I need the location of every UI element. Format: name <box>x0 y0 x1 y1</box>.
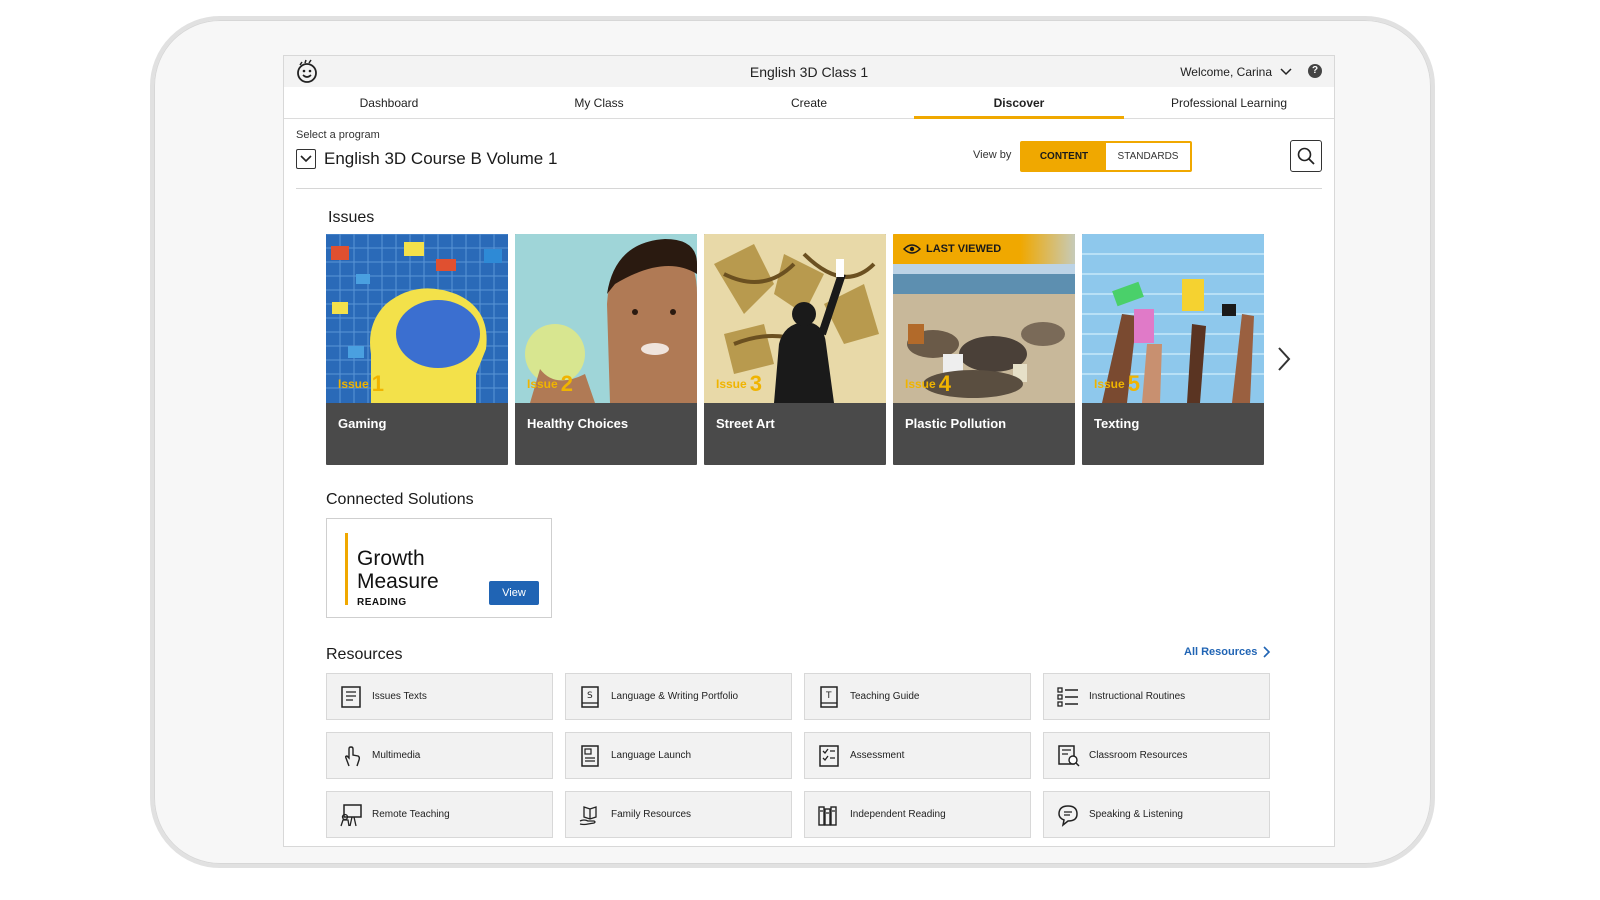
resource-label: Assessment <box>850 750 905 761</box>
issue-card-4[interactable]: LAST VIEWED Issue 4 Plastic Pollution <box>893 234 1075 465</box>
growth-measure-card: Growth Measure READING View <box>326 518 552 618</box>
program-name[interactable]: English 3D Course B Volume 1 <box>324 149 557 169</box>
issue-card-3[interactable]: Issue 3 Street Art <box>704 234 886 465</box>
presentation-icon <box>340 803 362 826</box>
issue-number: Issue 1 <box>338 371 384 396</box>
resource-language-launch[interactable]: Language Launch <box>565 732 792 779</box>
resource-speaking-listening[interactable]: Speaking & Listening <box>1043 791 1270 838</box>
hand-book-icon <box>579 805 597 825</box>
issue-number: Issue 4 <box>905 371 951 396</box>
nav-professional-learning[interactable]: Professional Learning <box>1124 87 1334 118</box>
touch-icon <box>344 745 361 766</box>
resource-label: Classroom Resources <box>1089 750 1188 761</box>
issue-title: Healthy Choices <box>527 416 629 431</box>
toggle-content[interactable]: CONTENT <box>1022 143 1106 170</box>
resource-classroom-resources[interactable]: Classroom Resources <box>1043 732 1270 779</box>
resource-language-writing-portfolio[interactable]: S Language & Writing Portfolio <box>565 673 792 720</box>
svg-text:S: S <box>587 691 593 701</box>
resource-remote-teaching[interactable]: Remote Teaching <box>326 791 553 838</box>
resource-label: Remote Teaching <box>372 809 450 820</box>
resources-grid: Issues Texts S Language & Writing Portfo… <box>326 673 1270 838</box>
resource-teaching-guide[interactable]: T Teaching Guide <box>804 673 1031 720</box>
program-dropdown-button[interactable] <box>296 149 316 169</box>
view-by-toggle: CONTENT STANDARDS <box>1020 141 1192 172</box>
resource-label: Language & Writing Portfolio <box>611 691 739 702</box>
toggle-standards[interactable]: STANDARDS <box>1106 143 1190 170</box>
speech-bubble-icon <box>1058 804 1078 827</box>
connected-solutions-heading: Connected Solutions <box>326 491 474 508</box>
resource-label: Multimedia <box>372 750 421 761</box>
view-by-label: View by <box>973 149 1012 161</box>
issue-card-5[interactable]: Issue 5 Texting <box>1082 234 1264 465</box>
issue-card-2[interactable]: Issue 2 Healthy Choices <box>515 234 697 465</box>
issue-image: LAST VIEWED Issue 4 <box>893 234 1075 403</box>
portfolio-icon: S <box>581 685 599 708</box>
resource-multimedia[interactable]: Multimedia <box>326 732 553 779</box>
growth-measure-subtitle: READING <box>357 597 407 608</box>
all-resources-link[interactable]: All Resources <box>1184 646 1271 658</box>
issue-number: Issue 5 <box>1094 371 1140 396</box>
top-bar: English 3D Class 1 Welcome, Carina ? <box>284 56 1334 87</box>
issue-card-1[interactable]: Issue 1 Gaming <box>326 234 508 465</box>
resource-label: Language Launch <box>611 750 692 761</box>
nav-discover[interactable]: Discover <box>914 87 1124 119</box>
select-program-label: Select a program <box>296 129 380 141</box>
issue-title: Plastic Pollution <box>905 416 1007 431</box>
resource-assessment[interactable]: Assessment <box>804 732 1031 779</box>
eye-icon <box>903 244 921 254</box>
list-icon <box>1057 686 1078 707</box>
search-document-icon <box>1058 744 1080 767</box>
resources-heading: Resources <box>326 646 403 663</box>
resource-label: Teaching Guide <box>850 691 920 702</box>
chevron-down-icon <box>1280 68 1292 76</box>
chevron-down-icon <box>300 155 312 163</box>
issue-title: Street Art <box>716 416 775 431</box>
issue-image: Issue 3 <box>704 234 886 403</box>
resource-label: Independent Reading <box>850 809 946 820</box>
issue-title: Gaming <box>338 416 387 431</box>
program-selector-row: Select a program English 3D Course B Vol… <box>296 119 1322 189</box>
issue-image: Issue 2 <box>515 234 697 403</box>
welcome-text: Welcome, Carina <box>1180 65 1272 79</box>
resource-instructional-routines[interactable]: Instructional Routines <box>1043 673 1270 720</box>
document-icon <box>581 744 599 767</box>
resource-issues-texts[interactable]: Issues Texts <box>326 673 553 720</box>
book-icon <box>341 685 361 708</box>
class-title: English 3D Class 1 <box>749 64 869 80</box>
search-icon <box>1297 147 1315 165</box>
main-nav: Dashboard My Class Create Discover Profe… <box>284 87 1334 119</box>
all-resources-label: All Resources <box>1184 646 1258 658</box>
teaching-guide-icon: T <box>820 685 838 708</box>
resource-label: Issues Texts <box>372 691 427 702</box>
nav-create[interactable]: Create <box>704 87 914 118</box>
issues-carousel: Issue 1 Gaming Issue 2 Healthy Choices I… <box>326 234 1264 465</box>
checklist-icon <box>819 744 839 767</box>
issue-number: Issue 2 <box>527 371 573 396</box>
chevron-right-icon <box>1263 646 1271 658</box>
issue-image: Issue 5 <box>1082 234 1264 403</box>
nav-my-class[interactable]: My Class <box>494 87 704 118</box>
svg-text:T: T <box>825 691 832 701</box>
issue-title: Texting <box>1094 416 1140 431</box>
last-viewed-badge: LAST VIEWED <box>893 234 1075 264</box>
growth-measure-title: Growth Measure <box>357 547 439 593</box>
resource-independent-reading[interactable]: Independent Reading <box>804 791 1031 838</box>
growth-view-button[interactable]: View <box>489 581 539 605</box>
resource-label: Instructional Routines <box>1089 691 1186 702</box>
user-menu[interactable]: Welcome, Carina <box>1180 65 1292 79</box>
issue-number: Issue 3 <box>716 371 762 396</box>
nav-dashboard[interactable]: Dashboard <box>284 87 494 118</box>
carousel-next-icon[interactable] <box>1274 346 1294 372</box>
resource-family-resources[interactable]: Family Resources <box>565 791 792 838</box>
issues-heading: Issues <box>328 209 375 226</box>
search-button[interactable] <box>1290 140 1322 172</box>
help-icon[interactable]: ? <box>1308 64 1322 78</box>
resource-label: Speaking & Listening <box>1089 809 1183 820</box>
issue-image: Issue 1 <box>326 234 508 403</box>
growth-accent-bar <box>345 533 348 605</box>
resource-label: Family Resources <box>611 809 692 820</box>
app-screen: English 3D Class 1 Welcome, Carina ? Das… <box>283 55 1335 847</box>
last-viewed-label: LAST VIEWED <box>926 243 1002 255</box>
books-icon <box>818 805 837 826</box>
